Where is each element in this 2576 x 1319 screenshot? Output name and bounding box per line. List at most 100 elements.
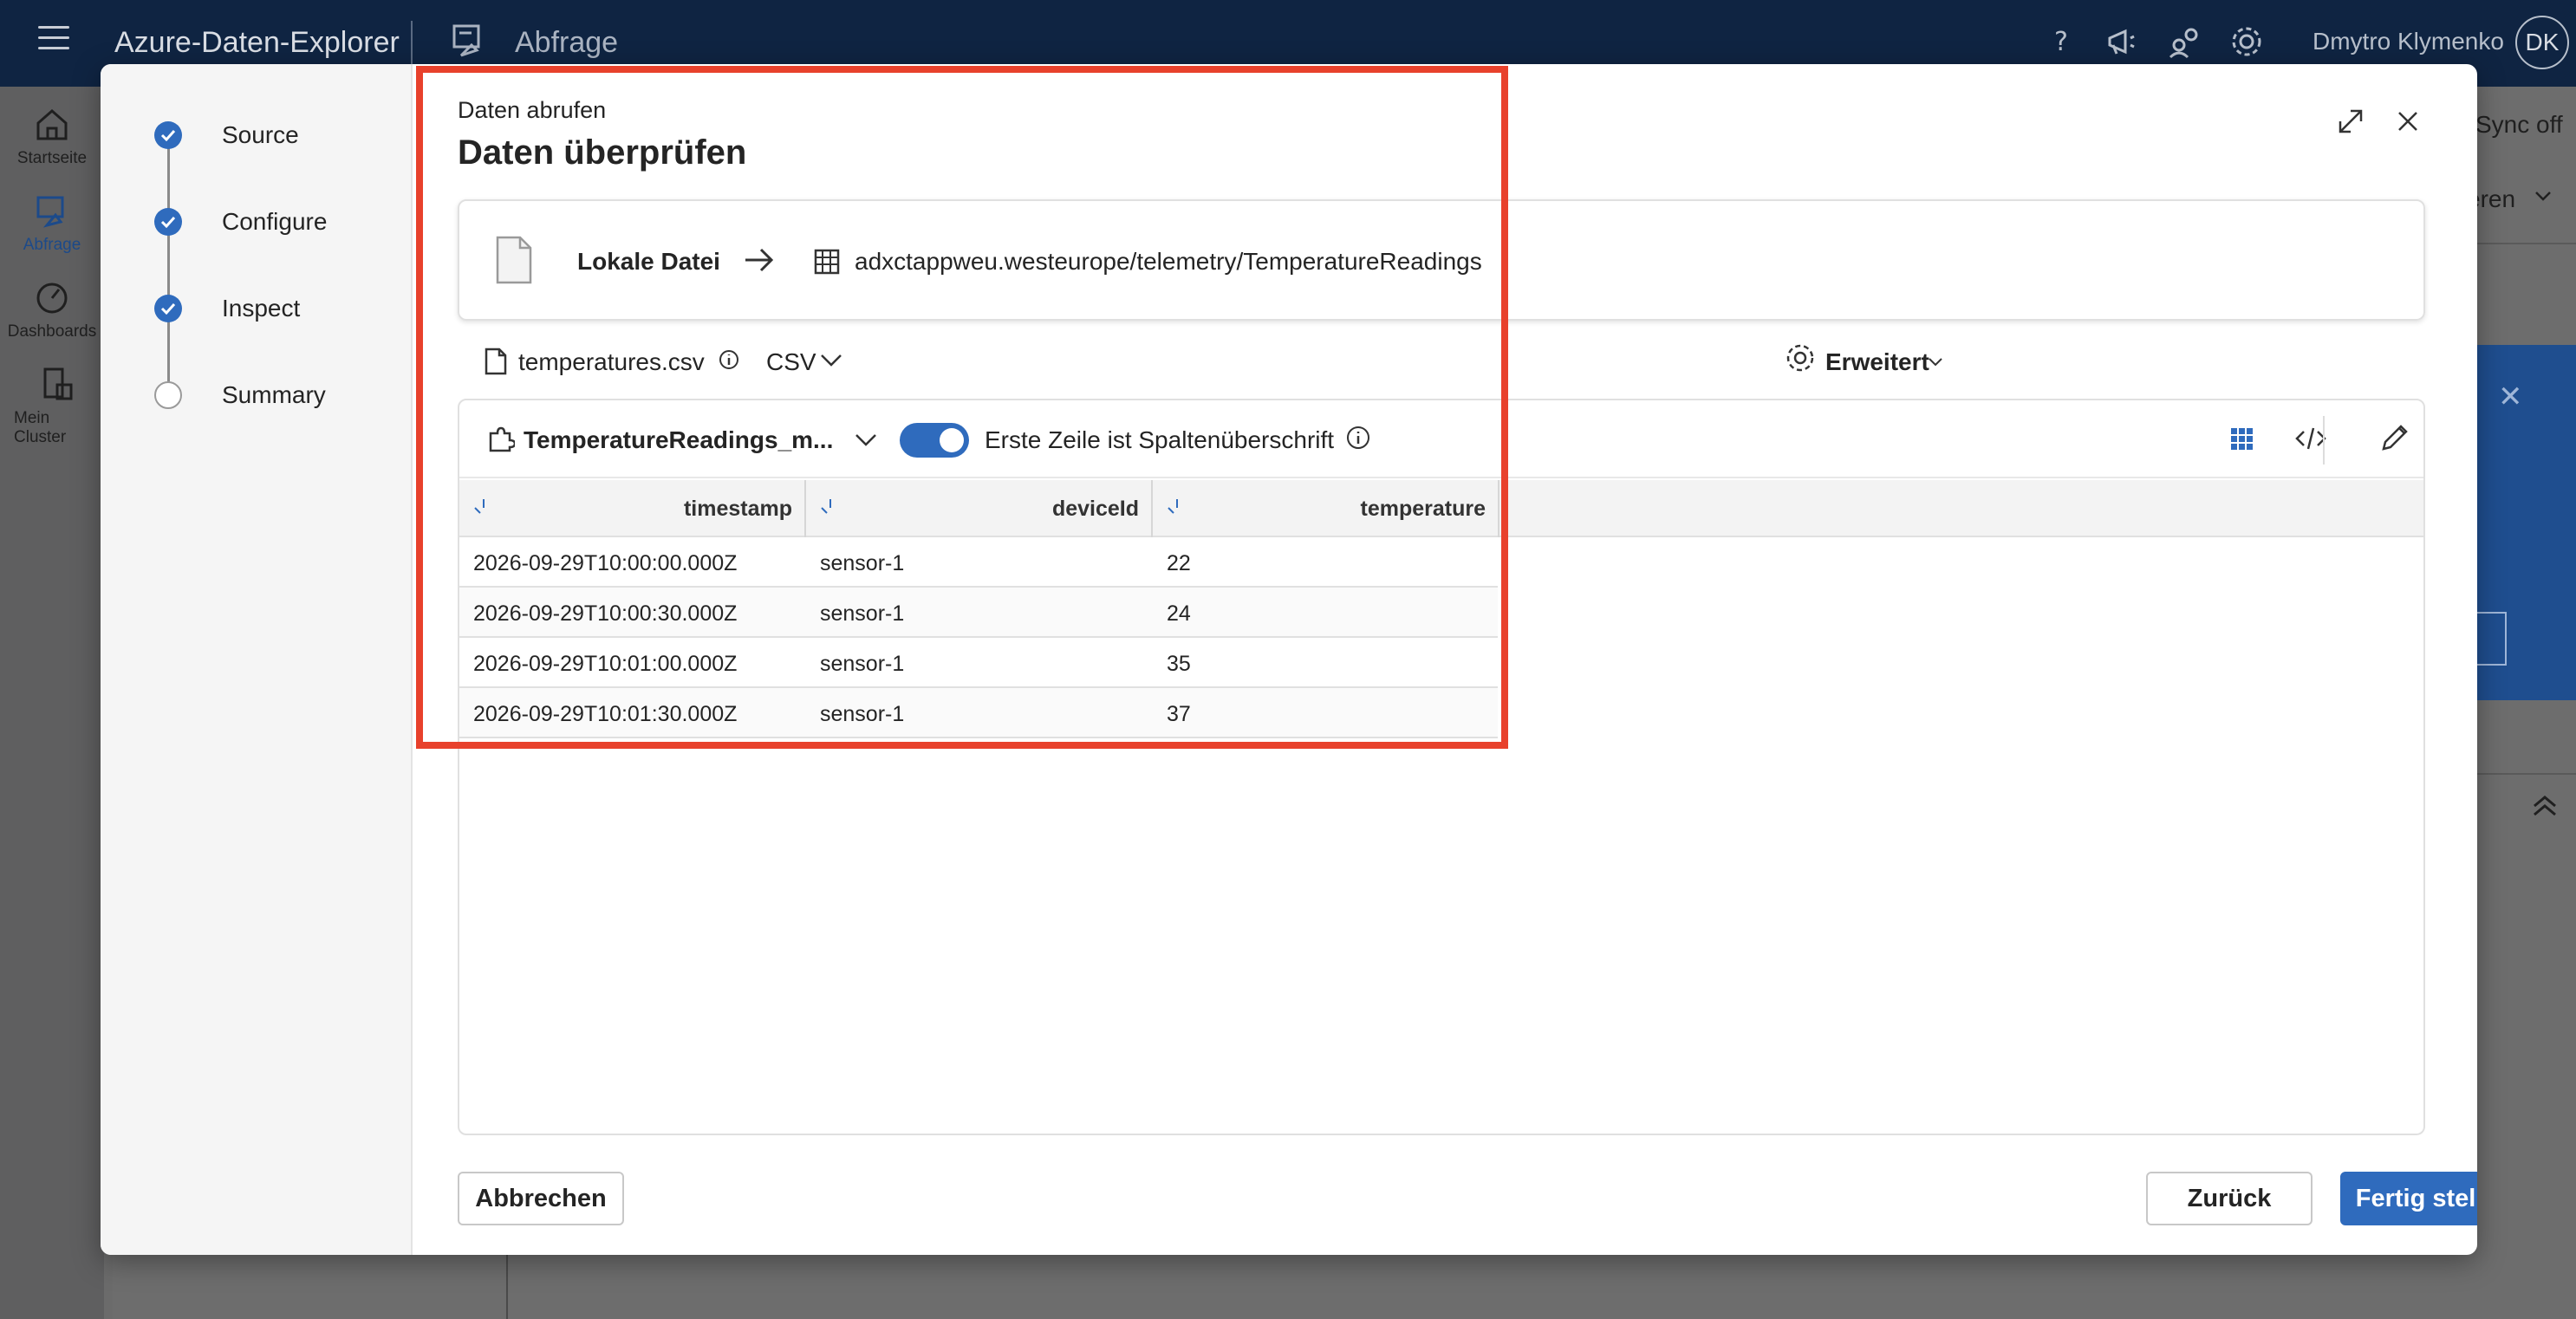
info-icon[interactable] [1345, 425, 1371, 451]
section-label: Abfrage [515, 26, 619, 59]
step-label: Configure [222, 208, 328, 235]
page-title: Daten überprüfen [458, 133, 747, 172]
column-header-deviceid[interactable]: deviceId [806, 480, 1153, 537]
gear-icon [1786, 344, 1814, 372]
table-row[interactable]: 2026-09-29T10:00:00.000Z sensor-1 22 [459, 537, 1498, 588]
data-preview-grid: TemperatureReadings_m... Erste Zeile ist… [458, 399, 2425, 1135]
chevron-down-icon[interactable] [820, 354, 842, 367]
cell-temperature: 22 [1167, 551, 1191, 575]
column-header-timestamp[interactable]: timestamp [459, 480, 806, 537]
home-icon [36, 109, 68, 140]
cell-timestamp: 2026-09-29T10:01:00.000Z [473, 652, 738, 676]
cell-timestamp: 2026-09-29T10:00:00.000Z [473, 551, 738, 575]
nav-item-my-cluster[interactable]: Mein Cluster [0, 366, 104, 447]
dialog-content: Daten abrufen Daten überprüfen Lokale Da… [414, 64, 2477, 1255]
hamburger-menu-icon[interactable] [38, 26, 69, 52]
close-icon[interactable] [2392, 106, 2423, 137]
background-notification: ✕ [2477, 345, 2576, 700]
step-done-icon [154, 295, 182, 322]
table-row[interactable]: 2026-09-29T10:01:00.000Z sensor-1 35 [459, 638, 1498, 688]
chevron-down-icon[interactable] [855, 433, 877, 447]
nav-label-my-cluster-2: Cluster [14, 428, 67, 446]
dashboard-gauge-icon [36, 283, 68, 314]
edit-pencil-icon[interactable] [2377, 421, 2411, 456]
svg-text:?: ? [2054, 27, 2068, 57]
cancel-button[interactable]: Abbrechen [458, 1172, 624, 1225]
step-source[interactable]: Source [154, 118, 299, 153]
table-row[interactable]: 2026-09-29T10:00:30.000Z sensor-1 24 [459, 588, 1498, 638]
header-row-toggle[interactable] [900, 423, 969, 458]
query-nav-icon [36, 196, 64, 228]
step-pending-icon [154, 381, 182, 409]
column-type-icon [821, 499, 831, 514]
column-header-label: timestamp [683, 496, 792, 521]
cell-deviceid: sensor-1 [820, 702, 905, 726]
nav-item-home[interactable]: Startseite [0, 106, 104, 168]
title-divider [411, 21, 413, 64]
step-inspect[interactable]: Inspect [154, 291, 300, 326]
breadcrumb: Daten abrufen [458, 97, 607, 123]
grid-toolbar: TemperatureReadings_m... Erste Zeile ist… [459, 400, 2423, 478]
help-icon[interactable]: ? [2044, 24, 2078, 59]
grid-view-icon[interactable] [2224, 421, 2259, 456]
left-nav: Startseite Abfrage Dashboards Mein Clust… [0, 87, 104, 1319]
notification-button[interactable] [2477, 612, 2507, 666]
step-done-icon [154, 208, 182, 236]
header-row-toggle-label: Erste Zeile ist Spaltenüberschrift [985, 426, 1335, 453]
chevron-down-icon[interactable] [2534, 191, 2552, 203]
app-title[interactable]: Azure-Daten-Explorer [114, 26, 400, 60]
close-icon[interactable]: ✕ [2498, 380, 2523, 414]
collapse-up-icon[interactable] [2531, 792, 2559, 820]
arrow-right-icon [745, 248, 774, 272]
mapping-dropdown[interactable]: TemperatureReadings_m... [524, 426, 833, 454]
column-header-label: deviceId [1051, 496, 1139, 521]
table-icon [814, 249, 840, 275]
step-configure[interactable]: Configure [154, 205, 327, 239]
stepper-line [167, 147, 170, 407]
avatar[interactable]: DK [2515, 16, 2569, 69]
step-done-icon [154, 121, 182, 149]
chevron-down-icon[interactable] [1928, 357, 1943, 367]
step-label: Source [222, 121, 299, 148]
file-options-row: temperatures.csv CSV Erweitert [458, 340, 2425, 385]
cell-temperature: 24 [1167, 601, 1191, 626]
column-type-icon [1168, 499, 1178, 514]
step-summary[interactable]: Summary [154, 378, 326, 413]
cell-deviceid: sensor-1 [820, 601, 905, 626]
source-destination-card: Lokale Datei adxctappweu.westeurope/tele… [458, 199, 2425, 321]
column-header-label: temperature [1360, 496, 1486, 521]
nav-label-dashboards: Dashboards [7, 322, 97, 341]
file-name: temperatures.csv [518, 348, 705, 375]
settings-gear-icon[interactable] [2229, 24, 2264, 59]
info-icon[interactable] [718, 348, 740, 371]
source-name: Lokale Datei [577, 248, 720, 275]
format-dropdown[interactable]: CSV [766, 348, 816, 376]
cell-deviceid: sensor-1 [820, 652, 905, 676]
mapping-puzzle-icon [489, 426, 515, 452]
cluster-icon [43, 367, 73, 400]
get-data-dialog: Source Configure Inspect Summary Daten a… [101, 64, 2477, 1255]
nav-label-my-cluster-1: Mein [14, 409, 50, 427]
megaphone-icon[interactable] [2104, 24, 2139, 59]
cell-deviceid: sensor-1 [820, 551, 905, 575]
column-header-temperature[interactable]: temperature [1153, 480, 1499, 537]
nav-label-query: Abfrage [23, 236, 81, 254]
expand-icon[interactable] [2335, 106, 2366, 137]
cell-temperature: 35 [1167, 652, 1191, 676]
share-people-icon[interactable] [2167, 24, 2202, 59]
grid-header-row: timestamp deviceId temperature [459, 480, 2423, 537]
step-label: Summary [222, 381, 326, 408]
destination-path: adxctappweu.westeurope/telemetry/Tempera… [855, 248, 1482, 275]
step-label: Inspect [222, 295, 301, 322]
nav-label-home: Startseite [16, 149, 88, 167]
nav-item-dashboards[interactable]: Dashboards [0, 279, 104, 341]
advanced-settings-button[interactable]: Erweitert [1825, 348, 1929, 376]
table-row[interactable]: 2026-09-29T10:01:30.000Z sensor-1 37 [459, 688, 1498, 738]
nav-item-query[interactable]: Abfrage [0, 192, 104, 255]
cell-timestamp: 2026-09-29T10:00:30.000Z [473, 601, 738, 626]
query-icon [452, 24, 480, 57]
back-button[interactable]: Zurück [2146, 1172, 2313, 1225]
user-name[interactable]: Dmytro Klymenko [2313, 28, 2504, 55]
finish-button[interactable]: Fertig stellen [2340, 1172, 2477, 1225]
sync-status[interactable]: Sync off [2475, 111, 2563, 139]
